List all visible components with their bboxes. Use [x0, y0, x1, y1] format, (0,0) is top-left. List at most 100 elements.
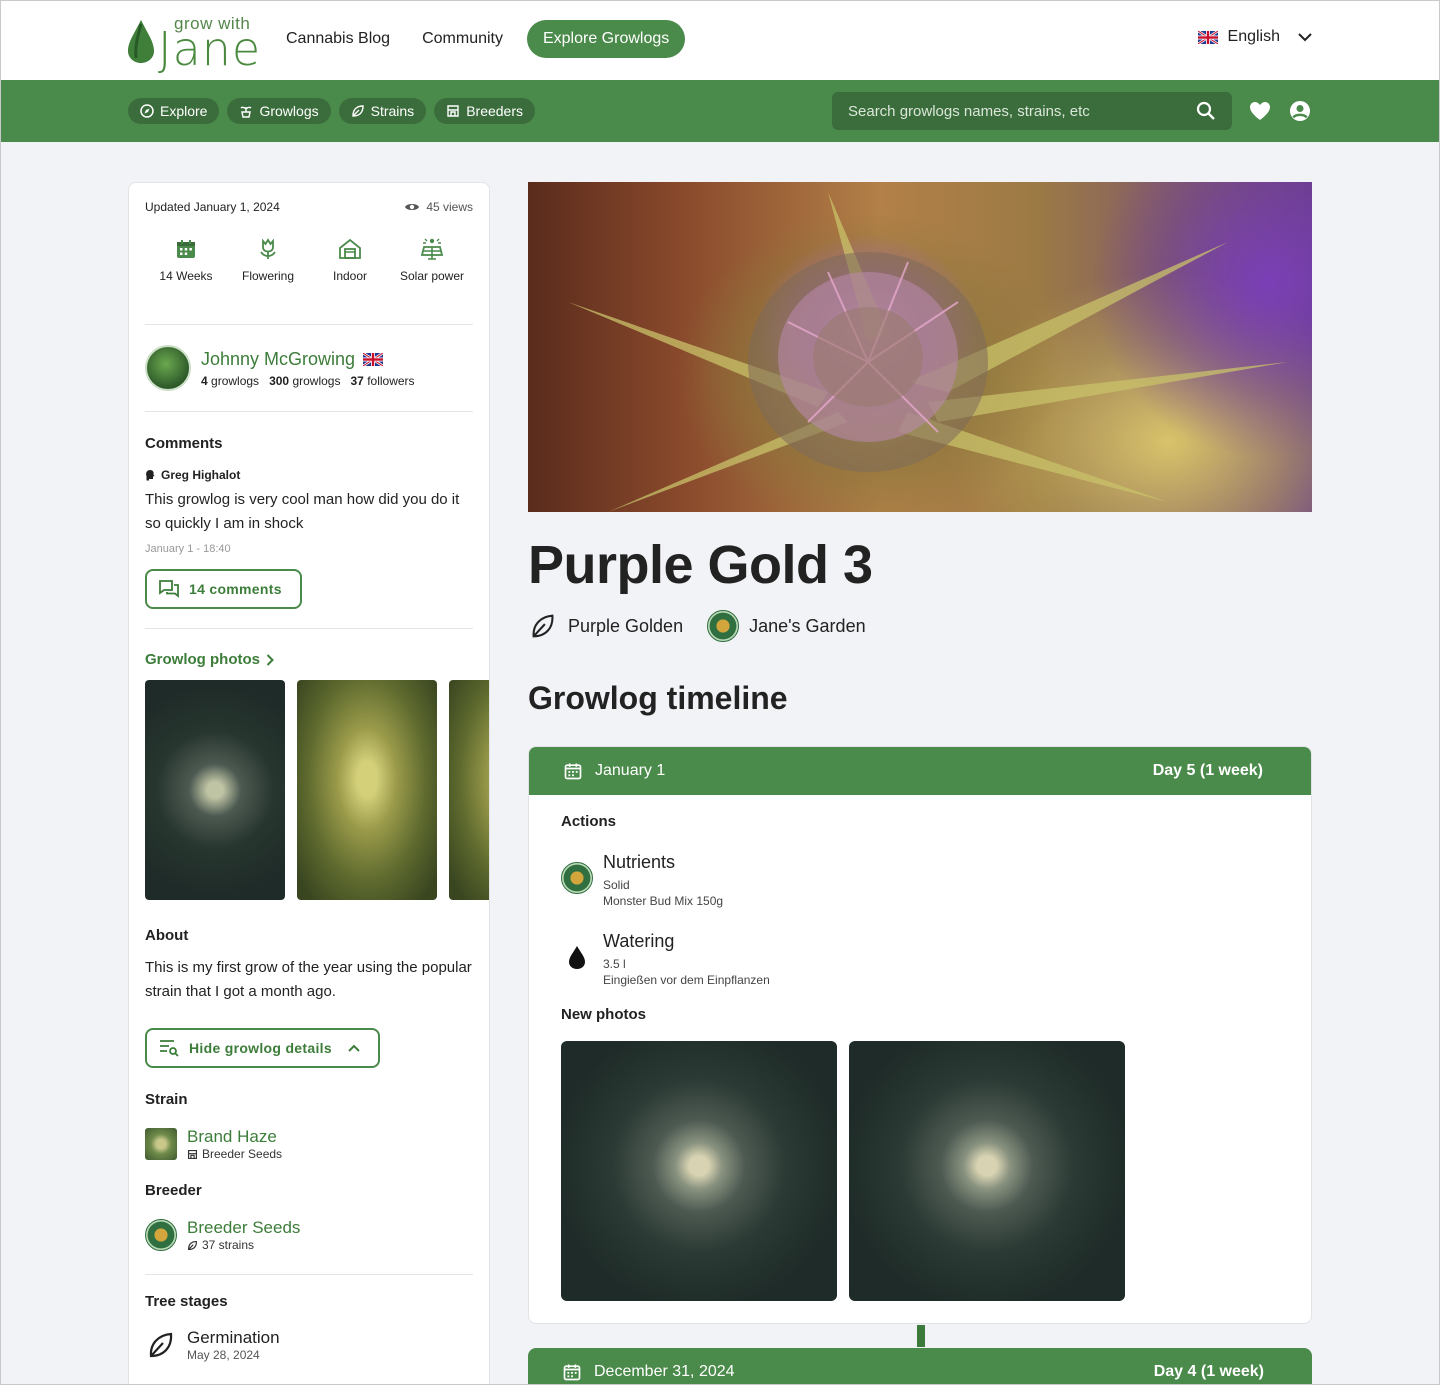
user-head-icon: [146, 470, 155, 481]
compass-icon: [140, 104, 154, 118]
tree-stage-item: Germination May 28, 2024: [145, 1328, 473, 1362]
timeline-entry-header[interactable]: December 31, 2024 Day 4 (1 week): [528, 1348, 1312, 1385]
leaf-icon: [187, 1240, 198, 1250]
chip-strains[interactable]: Strains: [338, 98, 427, 124]
stat-weeks-label: 14 Weeks: [159, 269, 213, 283]
user-account-icon[interactable]: [1288, 99, 1312, 123]
chip-strains-label: Strains: [370, 103, 415, 119]
timeline-entry-day: Day 4 (1 week): [1153, 1363, 1264, 1380]
growlog-title: Purple Gold 3: [528, 535, 873, 595]
timeline-entry-date: December 31, 2024: [594, 1363, 735, 1380]
explore-growlogs-button[interactable]: Explore Growlogs: [526, 20, 686, 58]
growlog-photo-thumb[interactable]: [449, 680, 489, 900]
timeline-photo[interactable]: [561, 1041, 837, 1301]
garden-logo: [707, 610, 740, 642]
logo-name: Jane: [158, 22, 262, 76]
timeline-entry-header[interactable]: January 1 Day 5 (1 week): [529, 747, 1311, 795]
leaf-icon: [532, 614, 554, 638]
author-followers-label: followers: [367, 373, 415, 388]
timeline-connector: [917, 1325, 925, 1347]
growlog-photo-thumb[interactable]: [297, 680, 437, 900]
chevron-right-icon: [266, 653, 274, 666]
author-growlogs-count: 4: [201, 373, 208, 388]
growlog-meta: Updated January 1, 2024 45 views: [145, 200, 473, 214]
chevron-down-icon: [1298, 32, 1312, 41]
solar-panel-icon: [420, 238, 444, 260]
growlog-sidebar: Updated January 1, 2024 45 views 14 Week…: [128, 182, 490, 1385]
action-detail: 3.5 l: [603, 957, 626, 971]
nav-cannabis-blog[interactable]: Cannabis Blog: [270, 20, 406, 58]
author-followers-count: 37: [350, 373, 364, 388]
comments-button[interactable]: 14 comments: [145, 569, 302, 609]
breeder-strains-label: 37 strains: [202, 1238, 255, 1252]
leaf-icon: [149, 1332, 173, 1358]
cannabis-bud-illustration: [568, 192, 1288, 512]
details-button-wrap: Hide growlog details: [145, 1028, 473, 1068]
top-bar: grow with Jane Cannabis Blog Community E…: [0, 0, 1440, 80]
timeline-entry-date: January 1: [595, 762, 666, 779]
comments-title: Comments: [145, 435, 223, 452]
language-selector[interactable]: English: [1197, 28, 1312, 46]
timeline-title: Growlog timeline: [528, 680, 788, 716]
sub-nav-bar: Explore Growlogs Strains Breeders Search…: [0, 80, 1440, 142]
author-growlogs2-count: 300: [269, 373, 290, 388]
author-avatar[interactable]: [145, 345, 191, 391]
stat-weeks: 14 Weeks: [145, 237, 227, 285]
author-name[interactable]: Johnny McGrowing: [201, 349, 355, 370]
hide-details-button[interactable]: Hide growlog details: [145, 1028, 380, 1068]
timeline-entry: January 1 Day 5 (1 week) Actions Nutrien…: [528, 746, 1312, 1324]
heart-icon[interactable]: [1248, 99, 1272, 123]
search-input[interactable]: Search growlogs names, strains, etc: [832, 92, 1232, 130]
chat-bubbles-icon: [159, 580, 179, 598]
tag-strain-label: Purple Golden: [568, 615, 684, 636]
search-icon[interactable]: [1196, 101, 1216, 121]
uk-flag-icon: [363, 352, 384, 366]
hide-details-label: Hide growlog details: [189, 1040, 332, 1056]
author-counts: 4 growlogs 300 growlogs 37 followers: [201, 374, 415, 388]
chip-growlogs[interactable]: Growlogs: [227, 98, 331, 124]
strain-item[interactable]: Brand Haze Breeder Seeds: [145, 1127, 473, 1161]
breeder-title: Breeder: [145, 1182, 202, 1199]
calendar-icon: [564, 763, 582, 780]
tag-garden[interactable]: Jane's Garden: [707, 610, 866, 642]
chip-explore[interactable]: Explore: [128, 98, 220, 124]
action-name: Nutrients: [603, 852, 676, 872]
action-name: Watering: [603, 931, 675, 951]
stat-location: Indoor: [309, 237, 391, 285]
growlog-photo-thumb[interactable]: [145, 680, 285, 900]
list-search-icon: [160, 1040, 179, 1057]
growlog-photos-title: Growlog photos: [145, 651, 260, 668]
chip-breeders[interactable]: Breeders: [434, 98, 535, 124]
stat-power-label: Solar power: [399, 269, 465, 283]
comment-date: January 1 - 18:40: [145, 543, 231, 555]
breeder-item[interactable]: Breeder Seeds 37 strains: [145, 1218, 473, 1252]
tree-stage-date: May 28, 2024: [187, 1348, 260, 1362]
divider: [145, 324, 473, 325]
updated-date: Updated January 1, 2024: [145, 200, 280, 214]
timeline-photo[interactable]: [849, 1041, 1125, 1301]
tag-strain[interactable]: Purple Golden: [528, 611, 683, 641]
breeder-name[interactable]: Breeder Seeds: [187, 1218, 300, 1238]
timeline-entry-body: Actions Nutrients Solid Monster Bud Mix …: [529, 795, 1311, 1319]
about-text: This is my first grow of the year using …: [145, 959, 472, 1000]
author-block[interactable]: Johnny McGrowing 4 growlogs 300 growlogs…: [145, 345, 473, 391]
nutrients-logo: [561, 862, 593, 894]
action-watering: Watering 3.5 l Eingießen vor dem Einpfla…: [561, 931, 1279, 988]
new-photos-title: New photos: [561, 1006, 646, 1023]
search-placeholder: Search growlogs names, strains, etc: [848, 102, 1090, 120]
views-count: 45 views: [404, 200, 473, 214]
strain-breeder-name: Breeder Seeds: [202, 1147, 283, 1161]
stat-location-label: Indoor: [332, 269, 368, 283]
plant-pot-icon: [240, 106, 252, 118]
eye-icon: [405, 204, 420, 210]
leaf-icon: [351, 105, 364, 117]
growlog-photos-link[interactable]: Growlog photos: [145, 651, 473, 668]
tag-garden-label: Jane's Garden: [749, 615, 866, 636]
logo[interactable]: grow with Jane: [126, 14, 260, 76]
nav-community[interactable]: Community: [406, 20, 519, 58]
strain-title: Strain: [145, 1091, 188, 1108]
action-nutrients: Nutrients Solid Monster Bud Mix 150g: [561, 852, 1279, 909]
greenhouse-icon: [339, 238, 361, 259]
growlog-tags: Purple Golden Jane's Garden: [528, 610, 866, 642]
strain-name[interactable]: Brand Haze: [187, 1127, 282, 1147]
